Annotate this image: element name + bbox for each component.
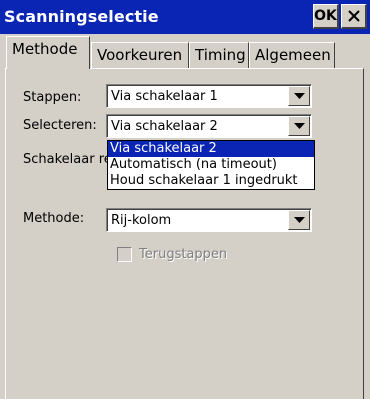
close-button[interactable]: [341, 4, 367, 29]
methode-dropdown-button[interactable]: [288, 210, 310, 230]
schakelaar-label: Schakelaar re: [23, 152, 112, 167]
selecteren-dropdown-list: Via schakelaar 2 Automatisch (na timeout…: [107, 140, 315, 190]
stappen-label: Stappen:: [23, 90, 82, 105]
stappen-value: Via schakelaar 1: [111, 89, 218, 104]
tab-algemeen[interactable]: Algemeen: [249, 42, 335, 68]
title-bar: Scanningselectie OK: [0, 0, 370, 34]
selecteren-dropdown-button[interactable]: [288, 116, 310, 136]
tab-voorkeuren[interactable]: Voorkeuren: [91, 42, 189, 68]
terugstappen-label: Terugstappen: [139, 247, 228, 262]
selecteren-label: Selecteren:: [23, 118, 97, 133]
dropdown-option-automatisch[interactable]: Automatisch (na timeout): [108, 157, 314, 173]
terugstappen-checkbox[interactable]: [117, 247, 132, 262]
tab-methode[interactable]: Methode: [6, 36, 90, 69]
stappen-select[interactable]: Via schakelaar 1: [106, 84, 312, 108]
ok-button[interactable]: OK: [313, 4, 339, 29]
tab-voorkeuren-label: Voorkeuren: [97, 46, 183, 64]
tab-timing-label: Timing: [195, 46, 246, 64]
stappen-dropdown-button[interactable]: [288, 86, 310, 106]
methode-value: Rij-kolom: [111, 213, 172, 228]
chevron-down-icon: [293, 122, 305, 129]
methode-select[interactable]: Rij-kolom: [106, 208, 312, 232]
tab-timing[interactable]: Timing: [189, 42, 249, 68]
tab-methode-label: Methode: [12, 40, 78, 58]
tab-algemeen-label: Algemeen: [255, 46, 331, 64]
dropdown-option-via-schakelaar-2[interactable]: Via schakelaar 2: [108, 141, 314, 157]
chevron-down-icon: [293, 92, 305, 99]
chevron-down-icon: [293, 216, 305, 223]
selecteren-select[interactable]: Via schakelaar 2: [106, 114, 312, 138]
window-title: Scanningselectie: [4, 7, 159, 26]
selecteren-value: Via schakelaar 2: [111, 119, 218, 134]
methode-label: Methode:: [23, 211, 85, 226]
close-icon: [347, 10, 360, 22]
dropdown-option-houd-schakelaar-1[interactable]: Houd schakelaar 1 ingedrukt: [108, 173, 314, 189]
